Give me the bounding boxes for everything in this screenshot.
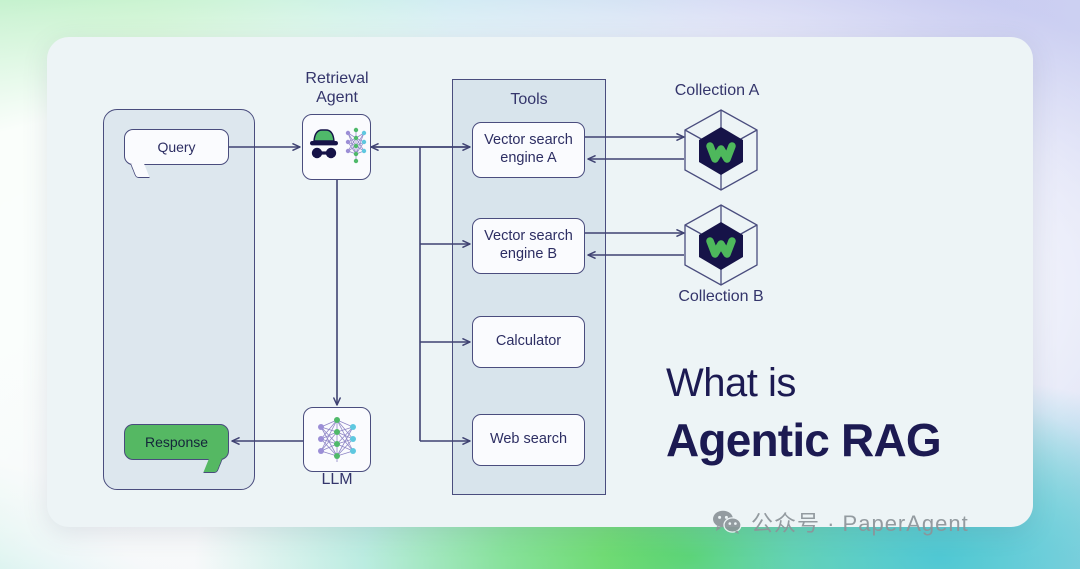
response-bubble: Response	[124, 424, 229, 473]
wechat-icon	[713, 510, 742, 534]
retrieval-agent-node	[302, 114, 371, 180]
tool-calculator: Calculator	[472, 316, 585, 368]
query-label: Query	[157, 139, 196, 155]
weaviate-hexagon-icon	[684, 204, 758, 286]
llm-node	[303, 407, 371, 472]
retrieval-agent-caption-line2: Agent	[316, 88, 358, 106]
response-label: Response	[144, 434, 209, 450]
tool-1-label-line1: Vector search	[484, 228, 573, 245]
tool-vector-search-engine-a: Vector search engine A	[472, 122, 585, 178]
query-bubble: Query	[124, 129, 229, 178]
title-line-1: What is	[666, 361, 796, 405]
neural-network-icon	[318, 416, 356, 462]
tool-2-label-line1: Calculator	[495, 333, 562, 350]
weaviate-hexagon-icon	[684, 109, 758, 191]
collection-a-caption: Collection A	[674, 82, 760, 99]
tool-0-label-line1: Vector search	[484, 132, 573, 149]
tool-1-label-line2: engine B	[499, 246, 558, 262]
collection-b-caption: Collection B	[678, 288, 764, 305]
detective-hat-and-neural-network-icon	[309, 127, 366, 164]
title-line-2: Agentic RAG	[666, 414, 942, 466]
llm-caption: LLM	[321, 471, 353, 488]
page-title: What is Agentic RAG	[666, 361, 942, 467]
retrieval-agent-caption: Retrieval Agent	[267, 70, 407, 108]
tool-vector-search-engine-b: Vector search engine B	[472, 218, 585, 274]
tool-3-label-line1: Web search	[489, 431, 568, 448]
screenshot-root: Tools Query Response Retrieval Agent LLM…	[0, 0, 1080, 569]
retrieval-agent-caption-line1: Retrieval	[305, 70, 369, 87]
tool-0-label-line2: engine A	[500, 150, 557, 166]
collection-b-node	[681, 203, 761, 287]
collection-a-node	[681, 108, 761, 192]
tool-web-search: Web search	[472, 414, 585, 466]
tools-panel-title: Tools	[510, 91, 548, 108]
watermark: 公众号 · PaperAgent	[712, 506, 969, 538]
watermark-text: 公众号 · PaperAgent	[751, 511, 969, 536]
